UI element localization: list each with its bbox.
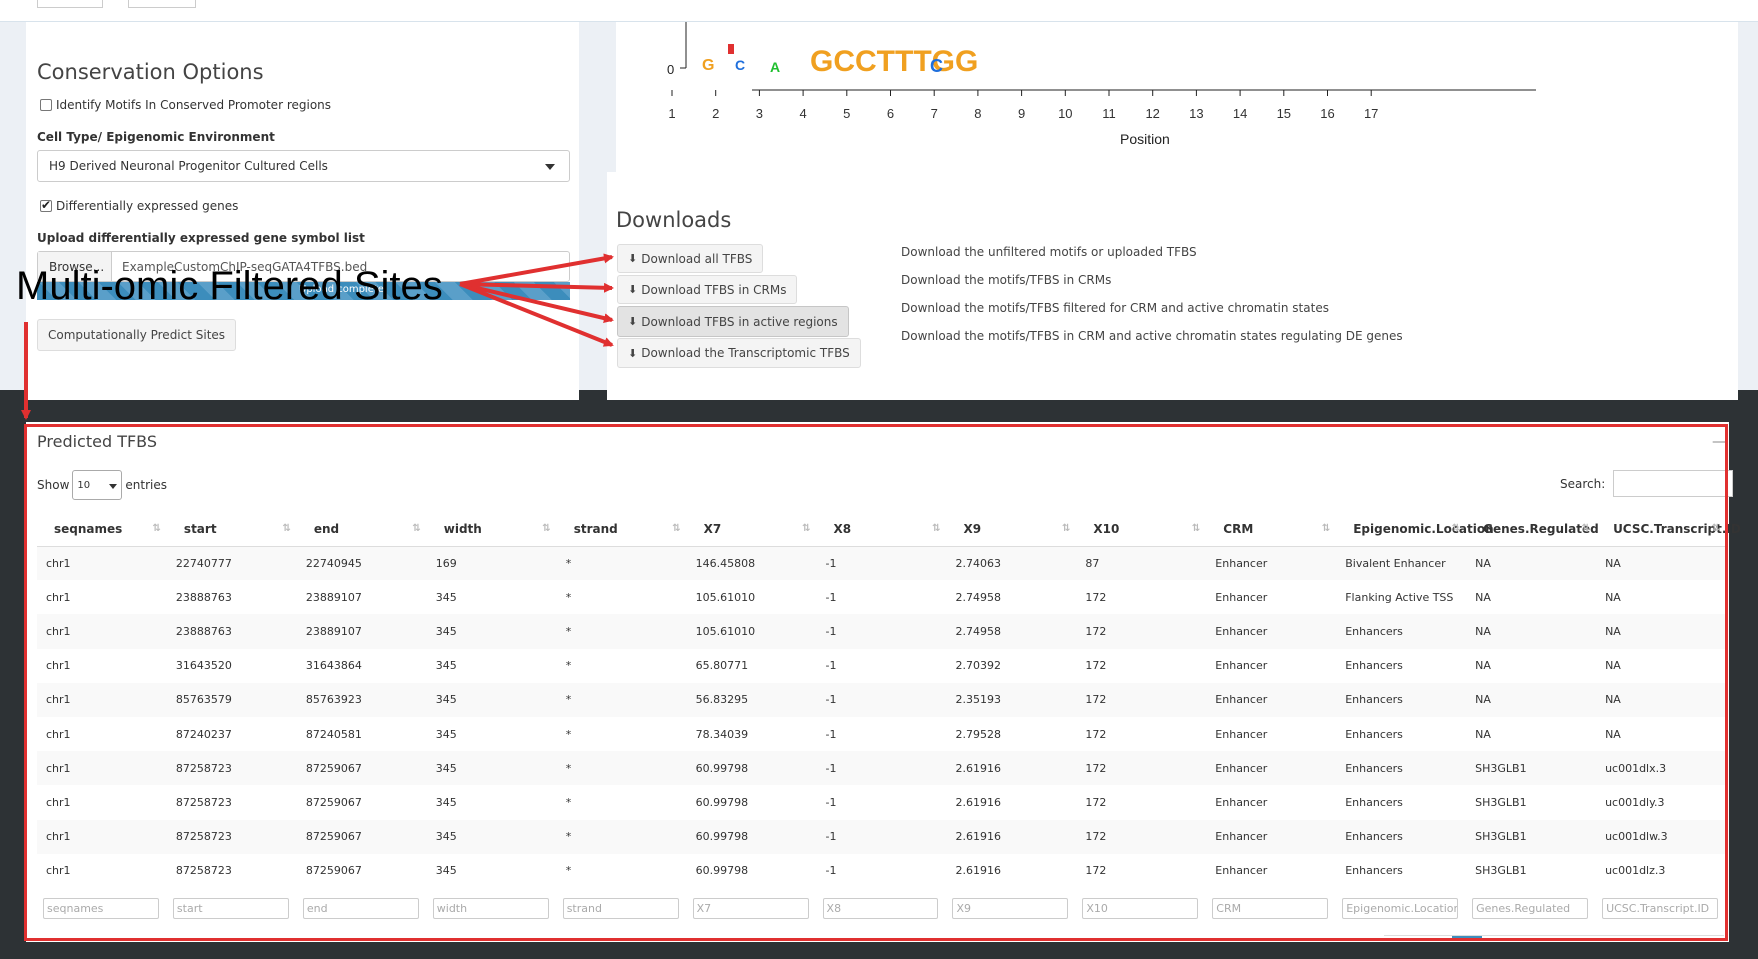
annotation-label: Multi-omic Filtered Sites <box>16 264 443 308</box>
annotation-arrows <box>21 253 614 420</box>
annotation-arrow <box>459 253 614 286</box>
